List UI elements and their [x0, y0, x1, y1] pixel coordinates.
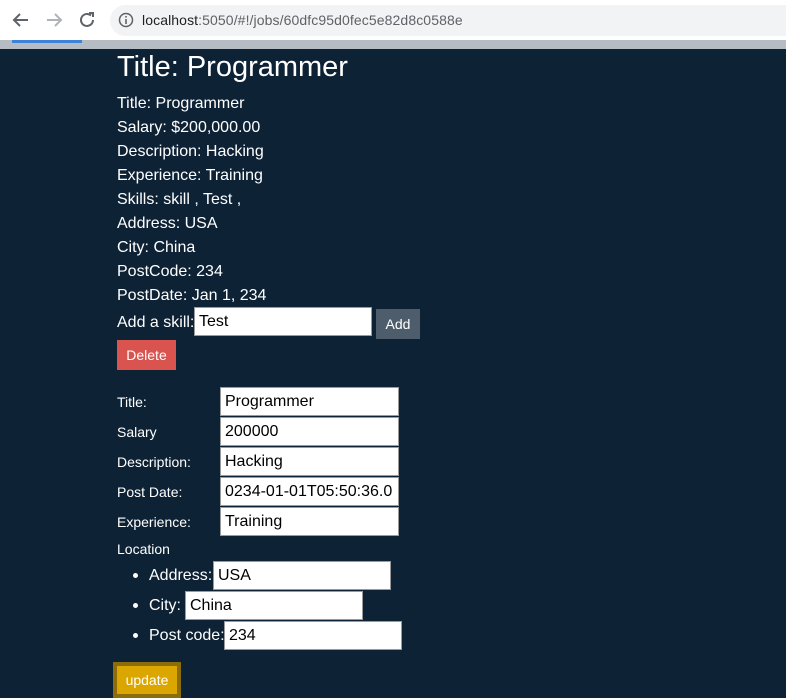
title-label: Title:: [117, 394, 147, 410]
tab-strip: [0, 40, 786, 49]
address-input[interactable]: USA: [213, 561, 391, 590]
job-city-line: City: China: [117, 239, 196, 256]
experience-label: Experience:: [117, 514, 191, 530]
description-input[interactable]: Hacking: [220, 447, 399, 476]
job-postdate-line: PostDate: Jan 1, 234: [117, 287, 267, 304]
post-date-input[interactable]: 0234-01-01T05:50:36.0: [220, 477, 399, 506]
post-date-label: Post Date:: [117, 484, 183, 500]
post-code-input[interactable]: 234: [224, 621, 402, 650]
location-label: Location: [117, 541, 170, 557]
add-skill-button[interactable]: Add: [376, 309, 420, 339]
description-label: Description:: [117, 454, 191, 470]
job-description-line: Description: Hacking: [117, 143, 264, 160]
bullet-icon: [133, 603, 138, 608]
address-bar[interactable]: localhost:5050/#!/jobs/60dfc95d0fec5e82d…: [110, 5, 786, 36]
back-arrow-icon[interactable]: [10, 9, 32, 31]
bullet-icon: [133, 573, 138, 578]
active-tab-indicator: [12, 40, 82, 43]
url-path: :5050/#!/jobs/60dfc95d0fec5e82d8c0588e: [198, 12, 463, 28]
address-label: Address:: [149, 567, 213, 584]
job-salary-line: Salary: $200,000.00: [117, 119, 261, 136]
update-button[interactable]: update: [113, 662, 181, 698]
browser-toolbar: localhost:5050/#!/jobs/60dfc95d0fec5e82d…: [0, 0, 786, 40]
reload-icon[interactable]: [76, 9, 98, 31]
add-skill-label: Add a skill:: [117, 314, 195, 331]
title-input[interactable]: Programmer: [220, 387, 399, 416]
experience-input[interactable]: Training: [220, 507, 399, 536]
skill-input[interactable]: Test: [194, 307, 372, 336]
job-experience-line: Experience: Training: [117, 167, 263, 184]
forward-arrow-icon[interactable]: [43, 9, 65, 31]
url-text: localhost:5050/#!/jobs/60dfc95d0fec5e82d…: [142, 12, 463, 28]
bullet-icon: [133, 633, 138, 638]
city-input[interactable]: China: [185, 591, 363, 620]
city-label: City:: [149, 597, 181, 614]
job-address-line: Address: USA: [117, 215, 218, 232]
job-postcode-line: PostCode: 234: [117, 263, 223, 280]
salary-label: Salary: [117, 424, 157, 440]
page-title: Title: Programmer: [117, 51, 348, 83]
post-code-label: Post code:: [149, 627, 225, 644]
job-skills-line: Skills: skill , Test ,: [117, 191, 242, 208]
info-icon[interactable]: [118, 12, 134, 33]
url-host: localhost: [142, 12, 199, 28]
salary-input[interactable]: 200000: [220, 417, 399, 446]
job-title-line: Title: Programmer: [117, 95, 245, 112]
delete-button[interactable]: Delete: [117, 340, 176, 370]
